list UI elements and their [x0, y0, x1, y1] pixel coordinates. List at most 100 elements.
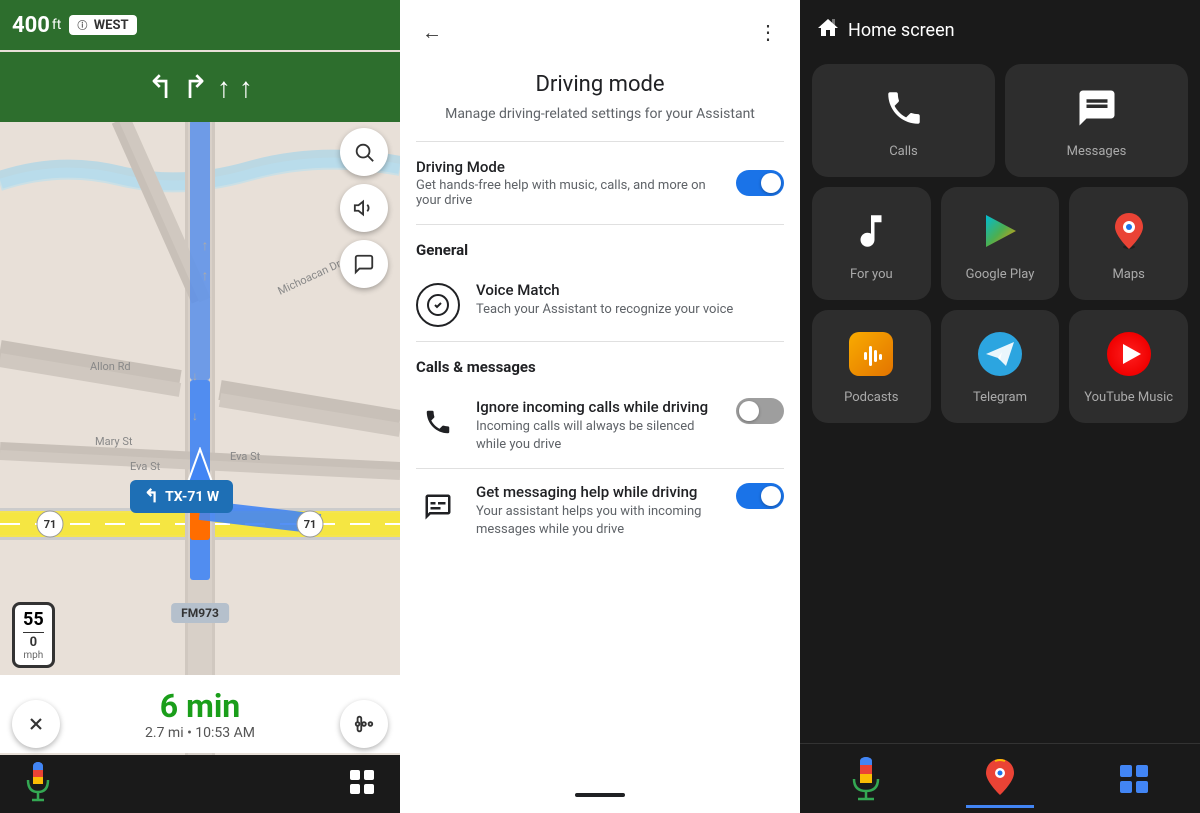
- map-top-bar: 400 ft ⓘ WEST: [0, 0, 400, 50]
- messaging-help-content: Get messaging help while driving Your as…: [476, 483, 720, 539]
- svg-text:71: 71: [304, 518, 317, 531]
- messages-icon: [1069, 80, 1125, 136]
- speed-badge: 55 0 mph: [12, 602, 55, 668]
- home-grid-button[interactable]: [1102, 755, 1166, 803]
- ignore-calls-toggle-knob: [739, 401, 759, 421]
- tx71-badge: ↰ TX-71 W: [130, 480, 233, 513]
- map-toolbar-grid[interactable]: [348, 768, 376, 800]
- ignore-calls-item[interactable]: Ignore incoming calls while driving Inco…: [400, 384, 800, 468]
- maps-icon: [1101, 203, 1157, 259]
- svg-text:Allon Rd: Allon Rd: [90, 360, 131, 373]
- map-chat-button[interactable]: [340, 240, 388, 288]
- general-section-header: General: [400, 225, 800, 267]
- driving-mode-label: Driving Mode: [416, 158, 724, 176]
- ignore-calls-title: Ignore incoming calls while driving: [476, 398, 720, 416]
- driving-mode-text: Driving Mode Get hands-free help with mu…: [416, 158, 724, 208]
- ignore-calls-content: Ignore incoming calls while driving Inco…: [476, 398, 720, 454]
- straight-arrow-2: ↑: [239, 71, 253, 104]
- speed-limit: 55: [23, 609, 44, 630]
- driving-mode-toggle-knob: [761, 173, 781, 193]
- speed-unit: mph: [23, 650, 44, 661]
- telegram-icon: [972, 326, 1028, 382]
- messaging-toggle-knob: [761, 486, 781, 506]
- app-row-1: Calls Messages: [812, 64, 1188, 177]
- messaging-help-item[interactable]: Get messaging help while driving Your as…: [400, 469, 800, 553]
- app-google-play[interactable]: Google Play: [941, 187, 1060, 300]
- driving-mode-desc: Get hands-free help with music, calls, a…: [416, 178, 724, 208]
- map-highway-west-badge: ⓘ WEST: [69, 15, 136, 35]
- driving-mode-row[interactable]: Driving Mode Get hands-free help with mu…: [400, 142, 800, 224]
- app-messages[interactable]: Messages: [1005, 64, 1188, 177]
- messaging-toggle[interactable]: [736, 483, 784, 509]
- settings-back-button[interactable]: ←: [416, 16, 448, 48]
- home-bottom-nav: [800, 743, 1200, 813]
- svg-text:Mary St: Mary St: [95, 435, 133, 448]
- for-you-icon: [843, 203, 899, 259]
- map-route-options-button[interactable]: [340, 700, 388, 748]
- app-calls[interactable]: Calls: [812, 64, 995, 177]
- voice-match-item[interactable]: Voice Match Teach your Assistant to reco…: [400, 267, 800, 341]
- podcasts-icon: [843, 326, 899, 382]
- turn-left-arrow: ↰: [147, 68, 174, 106]
- settings-title: Driving mode: [432, 72, 768, 97]
- voice-match-content: Voice Match Teach your Assistant to reco…: [476, 281, 784, 319]
- svg-text:↑: ↑: [202, 238, 209, 254]
- turn-right-arrow: ↱: [182, 68, 209, 106]
- youtube-music-icon: [1101, 326, 1157, 382]
- settings-bottom-indicator: [575, 793, 625, 797]
- app-for-you[interactable]: For you: [812, 187, 931, 300]
- podcasts-label: Podcasts: [844, 390, 898, 407]
- maps-label: Maps: [1112, 267, 1144, 284]
- svg-text:Eva St: Eva St: [130, 460, 161, 473]
- messaging-help-desc: Your assistant helps you with incoming m…: [476, 503, 720, 539]
- app-youtube-music[interactable]: YouTube Music: [1069, 310, 1188, 423]
- youtube-music-label: YouTube Music: [1084, 390, 1173, 407]
- settings-panel: ← ⋮ Driving mode Manage driving-related …: [400, 0, 800, 813]
- map-close-route-button[interactable]: [12, 700, 60, 748]
- ignore-calls-desc: Incoming calls will always be silenced w…: [476, 418, 720, 454]
- app-row-2: For you: [812, 187, 1188, 300]
- settings-title-area: Driving mode Manage driving-related sett…: [400, 64, 800, 141]
- settings-subtitle: Manage driving-related settings for your…: [432, 105, 768, 125]
- map-toolbar: [0, 755, 400, 813]
- straight-arrow-1: ↑: [217, 71, 231, 104]
- settings-header: ← ⋮: [400, 0, 800, 64]
- ignore-calls-toggle[interactable]: [736, 398, 784, 424]
- map-toolbar-mic[interactable]: [24, 762, 52, 806]
- messages-label: Messages: [1067, 144, 1127, 161]
- road-marker: FM973: [171, 603, 229, 623]
- voice-match-title: Voice Match: [476, 281, 784, 299]
- svg-text:↓: ↓: [192, 369, 198, 383]
- for-you-label: For you: [850, 267, 893, 284]
- svg-text:↑: ↑: [202, 268, 209, 284]
- app-grid: Calls Messages For you: [800, 56, 1200, 743]
- messaging-help-icon: [416, 485, 460, 529]
- map-distance-info: 2.7 mi • 10:53 AM: [16, 725, 384, 741]
- app-telegram[interactable]: Telegram: [941, 310, 1060, 423]
- svg-text:71: 71: [44, 518, 57, 531]
- app-row-3: Podcasts Telegram: [812, 310, 1188, 423]
- app-podcasts[interactable]: Podcasts: [812, 310, 931, 423]
- google-play-label: Google Play: [966, 267, 1035, 284]
- google-play-icon: [972, 203, 1028, 259]
- map-eta: 6 min: [16, 687, 384, 725]
- svg-text:Eva St: Eva St: [230, 450, 261, 463]
- map-sound-button[interactable]: [340, 184, 388, 232]
- calls-label: Calls: [889, 144, 918, 161]
- driving-mode-toggle[interactable]: [736, 170, 784, 196]
- home-header: Home screen: [800, 0, 1200, 56]
- home-mic-button[interactable]: [834, 749, 898, 809]
- home-screen-icon: [816, 16, 840, 44]
- telegram-label: Telegram: [973, 390, 1027, 407]
- voice-match-desc: Teach your Assistant to recognize your v…: [476, 301, 784, 319]
- home-maps-button[interactable]: [966, 749, 1034, 808]
- calls-icon: [876, 80, 932, 136]
- app-maps[interactable]: Maps: [1069, 187, 1188, 300]
- map-distance: 400: [12, 13, 50, 38]
- speed-current: 0: [23, 635, 44, 650]
- voice-match-icon: [416, 283, 460, 327]
- map-panel: ↑ ↑ ↓ ↓ Michoacan Dr Allon Rd Mary St Ev…: [0, 0, 400, 813]
- settings-more-button[interactable]: ⋮: [752, 16, 784, 48]
- map-search-button[interactable]: [340, 128, 388, 176]
- messaging-help-title: Get messaging help while driving: [476, 483, 720, 501]
